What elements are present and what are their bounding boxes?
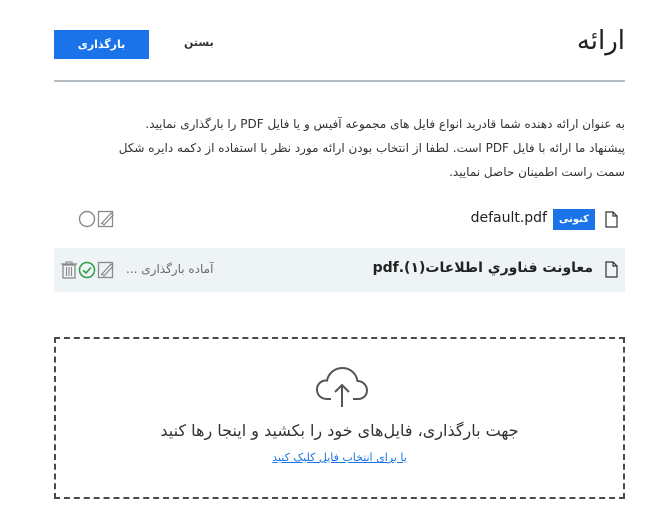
radio-unselected-icon[interactable] bbox=[78, 210, 96, 228]
description-line: پیشنهاد ما ارائه با فایل PDF است. لطفا ا… bbox=[118, 141, 625, 155]
file-row-current: کنونی default.pdf bbox=[54, 199, 625, 239]
file-name: معاونت فناوري اطلاعات(۱).pdf bbox=[372, 260, 593, 276]
browse-files-link[interactable]: یا برای انتخاب فایل کلیک کنید bbox=[56, 451, 623, 464]
modal-header: بارگذاری بستن ارائه bbox=[54, 24, 625, 80]
radio-selected-icon[interactable] bbox=[78, 261, 96, 279]
cloud-upload-icon bbox=[315, 366, 369, 407]
annotate-icon[interactable] bbox=[97, 261, 115, 279]
close-button[interactable]: بستن bbox=[184, 36, 214, 49]
document-icon bbox=[605, 261, 618, 278]
page-title: ارائه bbox=[576, 26, 625, 56]
file-dropzone[interactable]: جهت بارگذاری، فایل‌های خود را بکشید و ای… bbox=[54, 337, 625, 499]
file-name: default.pdf bbox=[470, 210, 547, 226]
upload-button[interactable]: بارگذاری bbox=[54, 30, 149, 59]
current-badge: کنونی bbox=[552, 209, 595, 230]
header-divider bbox=[54, 80, 625, 82]
description-line: به عنوان ارائه دهنده شما قادرید انواع فا… bbox=[145, 117, 625, 131]
file-row-pending: معاونت فناوري اطلاعات(۱).pdf آماده بارگذ… bbox=[54, 248, 625, 292]
document-icon bbox=[605, 211, 618, 228]
description-line: سمت راست اطمینان حاصل نمایید. bbox=[449, 165, 625, 179]
annotate-icon[interactable] bbox=[97, 210, 115, 228]
trash-icon[interactable] bbox=[60, 261, 78, 279]
upload-status: آماده بارگذاری ... bbox=[126, 262, 214, 276]
description: به عنوان ارائه دهنده شما قادرید انواع فا… bbox=[54, 112, 625, 184]
dropzone-text: جهت بارگذاری، فایل‌های خود را بکشید و ای… bbox=[160, 421, 519, 440]
